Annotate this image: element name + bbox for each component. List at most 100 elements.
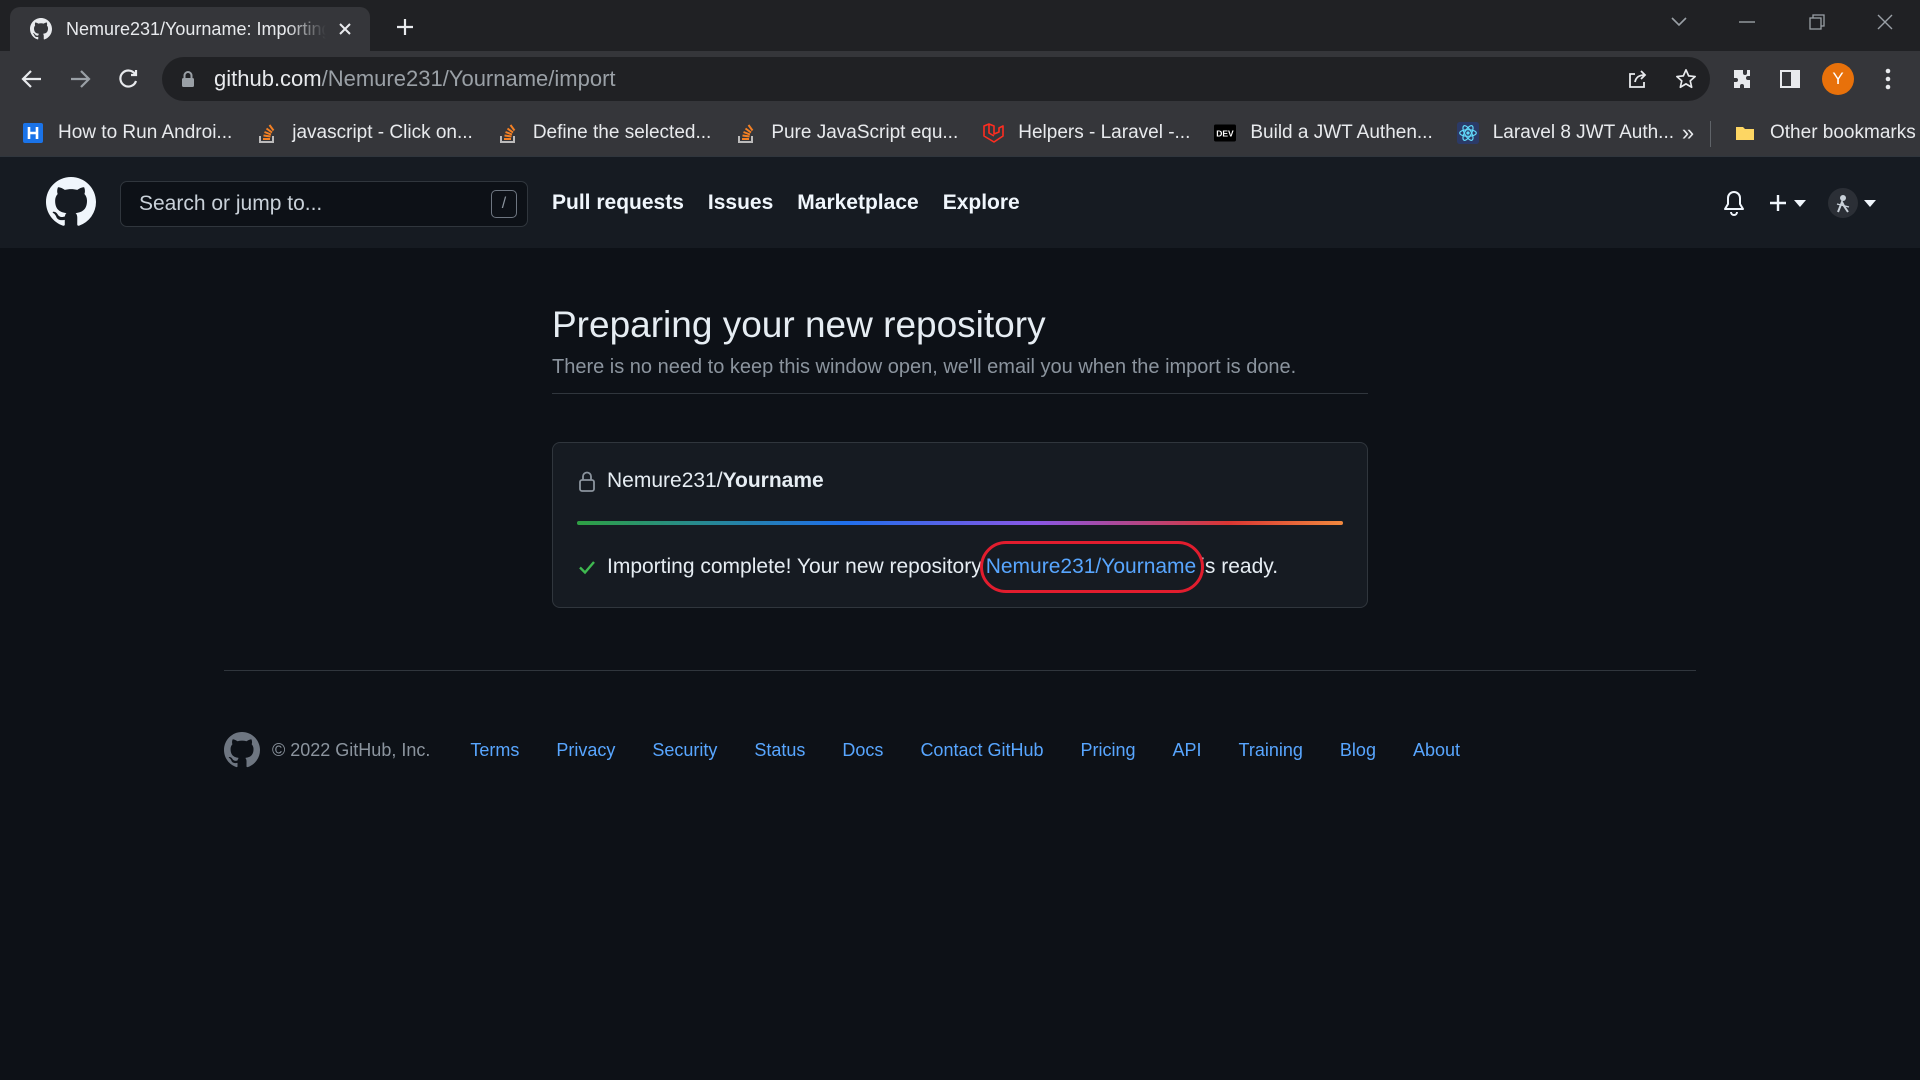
footer-link-blog[interactable]: Blog xyxy=(1340,740,1376,761)
react-icon xyxy=(1456,122,1479,144)
bookmark-item[interactable]: DEV Build a JWT Authen... xyxy=(1202,115,1444,151)
import-progress-bar xyxy=(577,521,1343,525)
other-bookmarks-folder[interactable]: Other bookmarks xyxy=(1722,115,1920,151)
import-status-box: Nemure231/Yourname Importing complete! Y… xyxy=(552,442,1368,608)
bookmarks-bar: How to Run Androi... javascript - Click … xyxy=(0,111,1920,155)
svg-text:DEV: DEV xyxy=(1217,128,1235,138)
page-title: Preparing your new repository xyxy=(552,304,1046,345)
bookmark-item[interactable]: javascript - Click on... xyxy=(244,115,485,151)
github-logo-icon[interactable] xyxy=(46,177,96,227)
footer-link-security[interactable]: Security xyxy=(652,740,717,761)
header-actions xyxy=(1700,157,1876,249)
footer-link-pricing[interactable]: Pricing xyxy=(1081,740,1136,761)
extensions-icon[interactable] xyxy=(1720,57,1764,101)
new-tab-button[interactable] xyxy=(390,12,420,42)
h-site-icon xyxy=(22,122,44,144)
import-status-message: Importing complete! Your new repository … xyxy=(577,541,1343,593)
nav-explore[interactable]: Explore xyxy=(943,191,1020,215)
search-box[interactable]: / xyxy=(120,181,528,227)
footer-link-privacy[interactable]: Privacy xyxy=(556,740,615,761)
profile-initial: Y xyxy=(1822,63,1854,95)
copyright: © 2022 GitHub, Inc. xyxy=(272,739,431,760)
nav-pull-requests[interactable]: Pull requests xyxy=(552,191,684,215)
create-new-dropdown[interactable] xyxy=(1768,193,1806,213)
stackoverflow-icon xyxy=(256,122,278,144)
browser-tab-strip: Nemure231/Yourname: Importing xyxy=(0,0,1920,51)
repository-link-text: Nemure231/Yourname xyxy=(985,555,1197,578)
share-icon[interactable] xyxy=(1614,57,1662,101)
bookmark-item[interactable]: How to Run Androi... xyxy=(0,115,244,151)
side-panel-icon[interactable] xyxy=(1768,57,1812,101)
check-icon xyxy=(579,561,595,575)
more-bookmarks-chevron-icon[interactable]: » xyxy=(1670,111,1706,155)
new-repository-link[interactable]: Nemure231/Yourname xyxy=(979,541,1204,593)
github-primary-nav: Pull requests Issues Marketplace Explore xyxy=(552,157,1044,249)
bookmark-label: How to Run Androi... xyxy=(58,122,233,143)
bookmark-label: Build a JWT Authen... xyxy=(1250,122,1433,143)
bookmark-item[interactable]: Pure JavaScript equ... xyxy=(723,115,970,151)
status-suffix: is ready. xyxy=(1200,555,1279,578)
folder-icon xyxy=(1734,122,1756,144)
lock-icon xyxy=(579,471,595,492)
page-subtitle: There is no need to keep this window ope… xyxy=(552,356,1368,394)
user-menu-dropdown[interactable] xyxy=(1828,188,1876,218)
bookmark-item[interactable]: Laravel 8 JWT Auth... xyxy=(1445,115,1686,151)
dev-icon: DEV xyxy=(1214,122,1237,144)
url-path: /Nemure231/Yourname/import xyxy=(321,66,616,91)
reload-icon[interactable] xyxy=(110,61,146,97)
stackoverflow-icon xyxy=(497,122,519,144)
github-favicon-icon xyxy=(30,18,52,40)
search-shortcut-key: / xyxy=(491,190,517,218)
search-input[interactable] xyxy=(139,192,491,216)
browser-menu-icon[interactable] xyxy=(1866,57,1910,101)
nav-marketplace[interactable]: Marketplace xyxy=(797,191,918,215)
close-window-icon[interactable] xyxy=(1850,0,1920,44)
footer-link-docs[interactable]: Docs xyxy=(842,740,883,761)
github-header: / Pull requests Issues Marketplace Explo… xyxy=(0,156,1920,248)
github-logo-icon[interactable] xyxy=(224,732,260,768)
chevron-down-icon xyxy=(1794,199,1806,207)
forward-arrow-icon[interactable] xyxy=(62,61,98,97)
chevron-down-icon xyxy=(1864,199,1876,207)
tab-title: Nemure231/Yourname: Importing xyxy=(66,18,326,39)
repo-name: Yourname xyxy=(722,469,824,492)
footer-link-api[interactable]: API xyxy=(1173,740,1202,761)
repo-owner: Nemure231/ xyxy=(607,469,723,492)
laravel-icon xyxy=(982,122,1005,144)
bookmark-label: Other bookmarks xyxy=(1770,122,1916,143)
footer-link-training[interactable]: Training xyxy=(1239,740,1303,761)
bookmark-label: Laravel 8 JWT Auth... xyxy=(1492,122,1675,143)
footer-divider xyxy=(224,670,1696,671)
tab-close-icon[interactable] xyxy=(334,18,356,40)
import-page: Preparing your new repository There is n… xyxy=(552,248,1368,608)
restore-icon[interactable] xyxy=(1782,0,1852,44)
url-host: github.com xyxy=(214,66,322,91)
bookmark-item[interactable]: Helpers - Laravel -... xyxy=(970,115,1202,151)
browser-tab[interactable]: Nemure231/Yourname: Importing xyxy=(10,7,370,51)
footer-link-status[interactable]: Status xyxy=(754,740,805,761)
plus-icon xyxy=(1770,195,1786,211)
footer-link-terms[interactable]: Terms xyxy=(470,740,519,761)
bookmark-star-icon[interactable] xyxy=(1662,57,1710,101)
avatar xyxy=(1828,188,1858,218)
profile-avatar[interactable]: Y xyxy=(1816,57,1860,101)
bookmark-item[interactable]: Define the selected... xyxy=(485,115,724,151)
browser-toolbar: github.com/Nemure231/Yourname/import Y H… xyxy=(0,51,1920,156)
back-arrow-icon[interactable] xyxy=(14,61,50,97)
bookmarks-divider xyxy=(1710,121,1711,147)
bookmark-label: Pure JavaScript equ... xyxy=(771,122,959,143)
nav-issues[interactable]: Issues xyxy=(708,191,773,215)
import-progress-fill xyxy=(577,521,1343,525)
notifications-bell-icon[interactable] xyxy=(1722,190,1746,216)
stackoverflow-icon xyxy=(735,122,757,144)
footer: © 2022 GitHub, Inc. Terms Privacy Securi… xyxy=(224,730,1497,770)
footer-link-contact[interactable]: Contact GitHub xyxy=(920,740,1043,761)
address-bar[interactable]: github.com/Nemure231/Yourname/import xyxy=(162,57,1710,101)
bookmark-label: Helpers - Laravel -... xyxy=(1018,122,1191,143)
tab-search-icon[interactable] xyxy=(1644,0,1714,44)
bookmark-label: Define the selected... xyxy=(532,122,712,143)
repository-heading: Nemure231/Yourname xyxy=(577,469,1343,493)
lock-icon xyxy=(182,71,194,87)
footer-link-about[interactable]: About xyxy=(1413,740,1460,761)
minimize-icon[interactable] xyxy=(1712,0,1782,44)
